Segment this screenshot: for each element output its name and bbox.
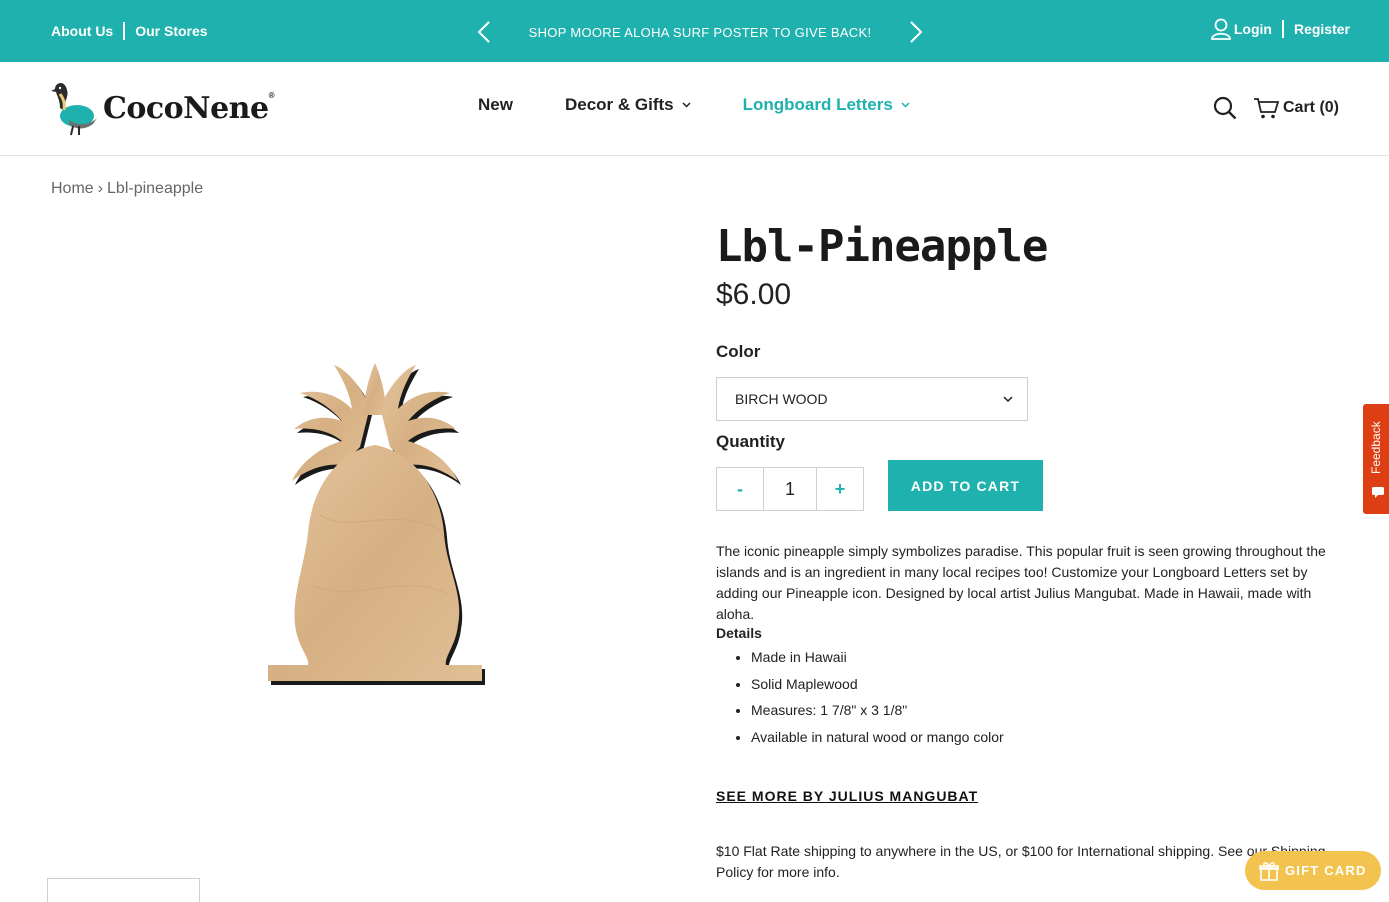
feedback-label: Feedback xyxy=(1369,421,1383,474)
quantity-stepper: - + xyxy=(716,467,864,511)
breadcrumb-separator: › xyxy=(97,180,104,197)
logo-wordmark: CocoNene® xyxy=(103,90,275,126)
quantity-increase-button[interactable]: + xyxy=(816,467,864,511)
breadcrumb-current: Lbl-pineapple xyxy=(107,180,204,197)
pineapple-cutout-image xyxy=(268,363,485,685)
login-label: Login xyxy=(1233,21,1272,37)
cart-icon xyxy=(1253,98,1279,119)
list-item: Available in natural wood or mango color xyxy=(751,727,1004,754)
breadcrumb: Home › Lbl-pineapple xyxy=(51,180,203,198)
chevron-right-icon xyxy=(910,21,922,43)
nav-item-new[interactable]: New xyxy=(478,95,513,115)
color-select-value: BIRCH WOOD xyxy=(735,391,828,407)
product-thumbnail[interactable] xyxy=(47,878,200,902)
divider xyxy=(1281,20,1284,38)
color-label: Color xyxy=(716,342,761,361)
chat-icon xyxy=(1372,487,1384,498)
quantity-input[interactable] xyxy=(764,467,816,511)
user-icon xyxy=(1210,18,1231,40)
quantity-decrease-button[interactable]: - xyxy=(716,467,764,511)
promo-carousel: SHOP MOORE ALOHA SURF POSTER TO GIVE BAC… xyxy=(470,18,930,46)
product-price: $6.00 xyxy=(716,278,792,311)
product-description: The iconic pineapple simply symbolizes p… xyxy=(716,543,1326,622)
quantity-label: Quantity xyxy=(716,432,785,451)
main-nav: New Decor & Gifts Longboard Letters xyxy=(478,95,962,115)
color-select[interactable]: BIRCH WOOD xyxy=(716,377,1028,421)
product-image[interactable] xyxy=(250,355,500,695)
chevron-down-icon xyxy=(901,102,910,108)
gift-card-button[interactable]: GIFT CARD xyxy=(1245,851,1381,890)
our-stores-link[interactable]: Our Stores xyxy=(135,23,207,39)
promo-prev-button[interactable] xyxy=(470,18,498,46)
nav-item-longboard-letters[interactable]: Longboard Letters xyxy=(743,95,910,115)
gift-icon xyxy=(1259,861,1279,881)
cart-label: Cart (0) xyxy=(1282,99,1339,116)
nene-bird-logo-icon xyxy=(51,83,97,136)
nav-item-label: Longboard Letters xyxy=(742,95,893,114)
promo-next-button[interactable] xyxy=(902,18,930,46)
register-link[interactable]: Register xyxy=(1294,21,1350,37)
about-us-link[interactable]: About Us xyxy=(51,23,113,39)
announcement-bar: About Us Our Stores SHOP MOORE ALOHA SUR… xyxy=(0,0,1389,62)
see-more-artist-link[interactable]: SEE MORE BY JULIUS MANGUBAT xyxy=(716,788,978,804)
topbar-left-links: About Us Our Stores xyxy=(51,22,208,40)
cart-link[interactable]: Cart (0) xyxy=(1253,97,1339,119)
details-heading: Details xyxy=(716,625,762,641)
header-actions: Cart (0) xyxy=(1213,96,1339,120)
breadcrumb-home-link[interactable]: Home xyxy=(51,180,94,198)
chevron-down-icon xyxy=(1003,396,1013,402)
account-links: Login Register xyxy=(1210,18,1350,40)
search-icon[interactable] xyxy=(1213,96,1237,120)
nav-item-label: Decor & Gifts xyxy=(564,95,674,114)
product-info: Lbl-Pineapple $6.00 Color BIRCH WOOD Qua… xyxy=(716,220,1356,880)
registered-mark: ® xyxy=(268,90,275,100)
nav-item-label: New xyxy=(478,95,513,114)
login-link[interactable]: Login xyxy=(1210,18,1272,40)
feedback-tab[interactable]: Feedback xyxy=(1363,404,1389,514)
list-item: Measures: 1 7/8" x 3 1/8" xyxy=(751,700,1004,727)
gift-card-label: GIFT CARD xyxy=(1285,863,1367,878)
nav-item-decor-gifts[interactable]: Decor & Gifts xyxy=(565,95,691,115)
list-item: Solid Maplewood xyxy=(751,674,1004,701)
divider xyxy=(123,22,126,40)
logo[interactable]: CocoNene® xyxy=(51,80,275,136)
add-to-cart-button[interactable]: ADD TO CART xyxy=(888,460,1043,511)
site-header: CocoNene® New Decor & Gifts Longboard Le… xyxy=(0,62,1389,156)
details-list: Made in Hawaii Solid Maplewood Measures:… xyxy=(751,647,1004,754)
list-item: Made in Hawaii xyxy=(751,647,1004,674)
chevron-down-icon xyxy=(682,102,691,108)
product-title: Lbl-Pineapple xyxy=(716,221,1048,272)
promo-link[interactable]: SHOP MOORE ALOHA SURF POSTER TO GIVE BAC… xyxy=(529,25,872,40)
chevron-left-icon xyxy=(478,21,490,43)
logo-name: CocoNene xyxy=(103,90,269,126)
